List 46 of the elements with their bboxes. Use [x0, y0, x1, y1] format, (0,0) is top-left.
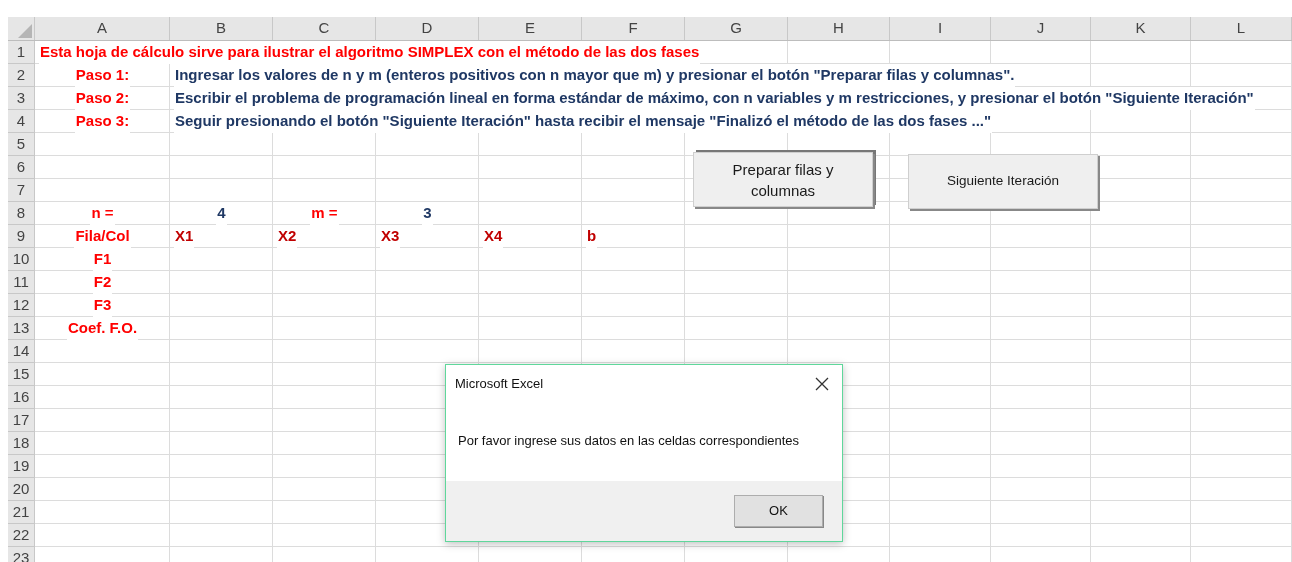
row-header[interactable]: 10	[8, 248, 35, 271]
instruction-text: Ingresar los valores de n y m (enteros positivos con n mayor que m) y presionar el botón "Preparar filas y columnas".	[174, 64, 1016, 87]
row-header[interactable]: 3	[8, 87, 35, 110]
column-header[interactable]: A	[35, 17, 170, 40]
row-header[interactable]: 20	[8, 478, 35, 501]
column-header[interactable]: L	[1191, 17, 1292, 40]
row-header[interactable]: 8	[8, 202, 35, 225]
column-header[interactable]: I	[890, 17, 991, 40]
row-header[interactable]: 6	[8, 156, 35, 179]
column-header[interactable]: G	[685, 17, 788, 40]
ok-button[interactable]: OK	[734, 495, 823, 527]
row-header[interactable]: 19	[8, 455, 35, 478]
column-header[interactable]: E	[479, 17, 582, 40]
dialog-message: Por favor ingrese sus datos en las celdas correspondientes	[458, 432, 800, 451]
row-header[interactable]: 21	[8, 501, 35, 524]
row-header[interactable]: 12	[8, 294, 35, 317]
row-header[interactable]: 9	[8, 225, 35, 248]
column-header[interactable]: B	[170, 17, 273, 40]
row-header[interactable]: 18	[8, 432, 35, 455]
row-header[interactable]: 15	[8, 363, 35, 386]
row-header[interactable]: 14	[8, 340, 35, 363]
row-header[interactable]: 22	[8, 524, 35, 547]
column-header[interactable]: H	[788, 17, 890, 40]
row-header[interactable]: 17	[8, 409, 35, 432]
column-header[interactable]: J	[991, 17, 1091, 40]
macro-button[interactable]: Preparar filas y columnas	[693, 152, 873, 207]
column-header[interactable]: D	[376, 17, 479, 40]
instruction-text: Seguir presionando el botón "Siguiente Iteración" hasta recibir el mensaje "Finalizó el método de las dos fases ..."	[174, 110, 993, 133]
row-header[interactable]: 13	[8, 317, 35, 340]
close-icon	[815, 377, 829, 391]
row-header[interactable]: 1	[8, 41, 35, 64]
cell-text: Esta hoja de cálculo sirve para ilustrar el algoritmo SIMPLEX con el método de las dos fases	[39, 41, 701, 64]
row-header[interactable]: 2	[8, 64, 35, 87]
column-header[interactable]: K	[1091, 17, 1191, 40]
column-header[interactable]: C	[273, 17, 376, 40]
dialog-title: Microsoft Excel	[455, 375, 544, 394]
row-header[interactable]: 4	[8, 110, 35, 133]
column-header[interactable]: F	[582, 17, 685, 40]
close-button[interactable]	[814, 376, 830, 392]
row-header[interactable]: 16	[8, 386, 35, 409]
row-header[interactable]: 5	[8, 133, 35, 156]
row-header[interactable]: 7	[8, 179, 35, 202]
row-header[interactable]: 23	[8, 547, 35, 562]
macro-button[interactable]: Siguiente Iteración	[908, 154, 1098, 209]
instruction-text: Escribir el problema de programación lineal en forma estándar de máximo, con n variables y m restricciones, y presionar el botón "Siguiente Iteración"	[174, 87, 1255, 110]
row-header[interactable]: 11	[8, 271, 35, 294]
